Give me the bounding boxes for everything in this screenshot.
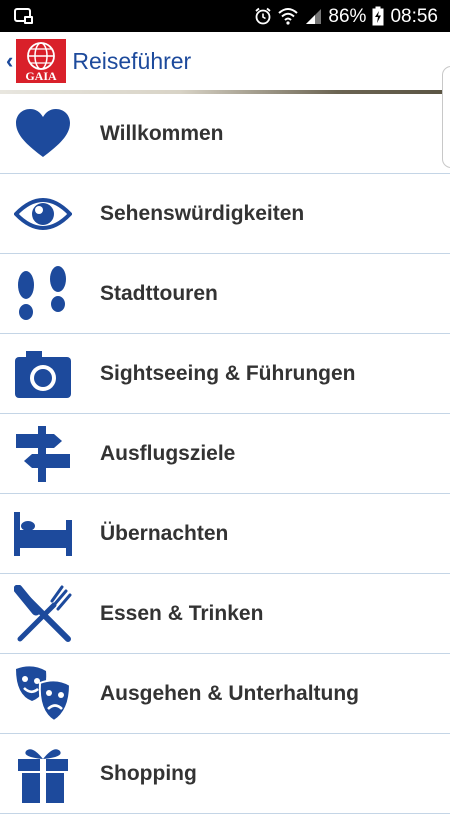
menu-item-label: Stadttouren bbox=[100, 281, 218, 305]
status-bar: 86% 08:56 bbox=[0, 0, 450, 32]
battery-percentage: 86% bbox=[328, 5, 367, 27]
chevron-left-icon: ‹ bbox=[6, 48, 14, 73]
back-button[interactable]: ‹ GAIA bbox=[0, 32, 67, 90]
menu-item-ausflugsziele[interactable]: Ausflugsziele bbox=[0, 414, 450, 494]
footprints-icon bbox=[13, 264, 73, 324]
menu-item-label: Ausgehen & Unterhaltung bbox=[100, 681, 360, 705]
eye-icon bbox=[13, 184, 73, 244]
menu-item-label: Sightseeing & Führungen bbox=[100, 361, 356, 385]
menu-item-label: Willkommen bbox=[100, 121, 224, 145]
menu-item-ausgehen[interactable]: Ausgehen & Unterhaltung bbox=[0, 654, 450, 734]
theater-masks-icon bbox=[13, 664, 73, 724]
fork-knife-icon bbox=[13, 584, 73, 644]
menu-item-label: Essen & Trinken bbox=[100, 601, 264, 625]
menu-item-label: Ausflugsziele bbox=[100, 441, 236, 465]
alarm-icon bbox=[255, 7, 271, 25]
page-title: Reiseführer bbox=[72, 47, 192, 74]
menu-item-label: Übernachten bbox=[100, 521, 229, 545]
menu-list: Willkommen Sehenswürdigkeiten Stadttoure… bbox=[0, 94, 450, 814]
gaia-logo: GAIA bbox=[16, 39, 67, 83]
clock: 08:56 bbox=[390, 5, 438, 27]
menu-item-shopping[interactable]: Shopping bbox=[0, 734, 450, 814]
menu-item-uebernachten[interactable]: Übernachten bbox=[0, 494, 450, 574]
status-bar-right: 86% 08:56 bbox=[254, 6, 438, 26]
logo-text: GAIA bbox=[26, 69, 58, 83]
status-bar-left bbox=[14, 7, 34, 25]
app-bar: ‹ GAIA Reiseführer bbox=[0, 32, 450, 90]
menu-item-label: Shopping bbox=[100, 761, 197, 785]
menu-item-stadttouren[interactable]: Stadttouren bbox=[0, 254, 450, 334]
gift-icon bbox=[13, 744, 73, 804]
heart-icon bbox=[13, 104, 73, 164]
screenshot-notification-icon bbox=[14, 8, 33, 24]
wifi-icon bbox=[278, 8, 299, 25]
menu-item-label: Sehenswürdigkeiten bbox=[100, 201, 305, 225]
menu-item-willkommen[interactable]: Willkommen bbox=[0, 94, 450, 174]
menu-item-essen-trinken[interactable]: Essen & Trinken bbox=[0, 574, 450, 654]
menu-item-sehenswuerdigkeiten[interactable]: Sehenswürdigkeiten bbox=[0, 174, 450, 254]
camera-icon bbox=[13, 344, 73, 404]
menu-item-sightseeing[interactable]: Sightseeing & Führungen bbox=[0, 334, 450, 414]
bed-icon bbox=[13, 504, 73, 564]
battery-icon bbox=[372, 6, 384, 26]
drawer-handle[interactable] bbox=[442, 66, 450, 168]
signal-icon bbox=[306, 9, 322, 24]
signpost-icon bbox=[13, 424, 73, 484]
